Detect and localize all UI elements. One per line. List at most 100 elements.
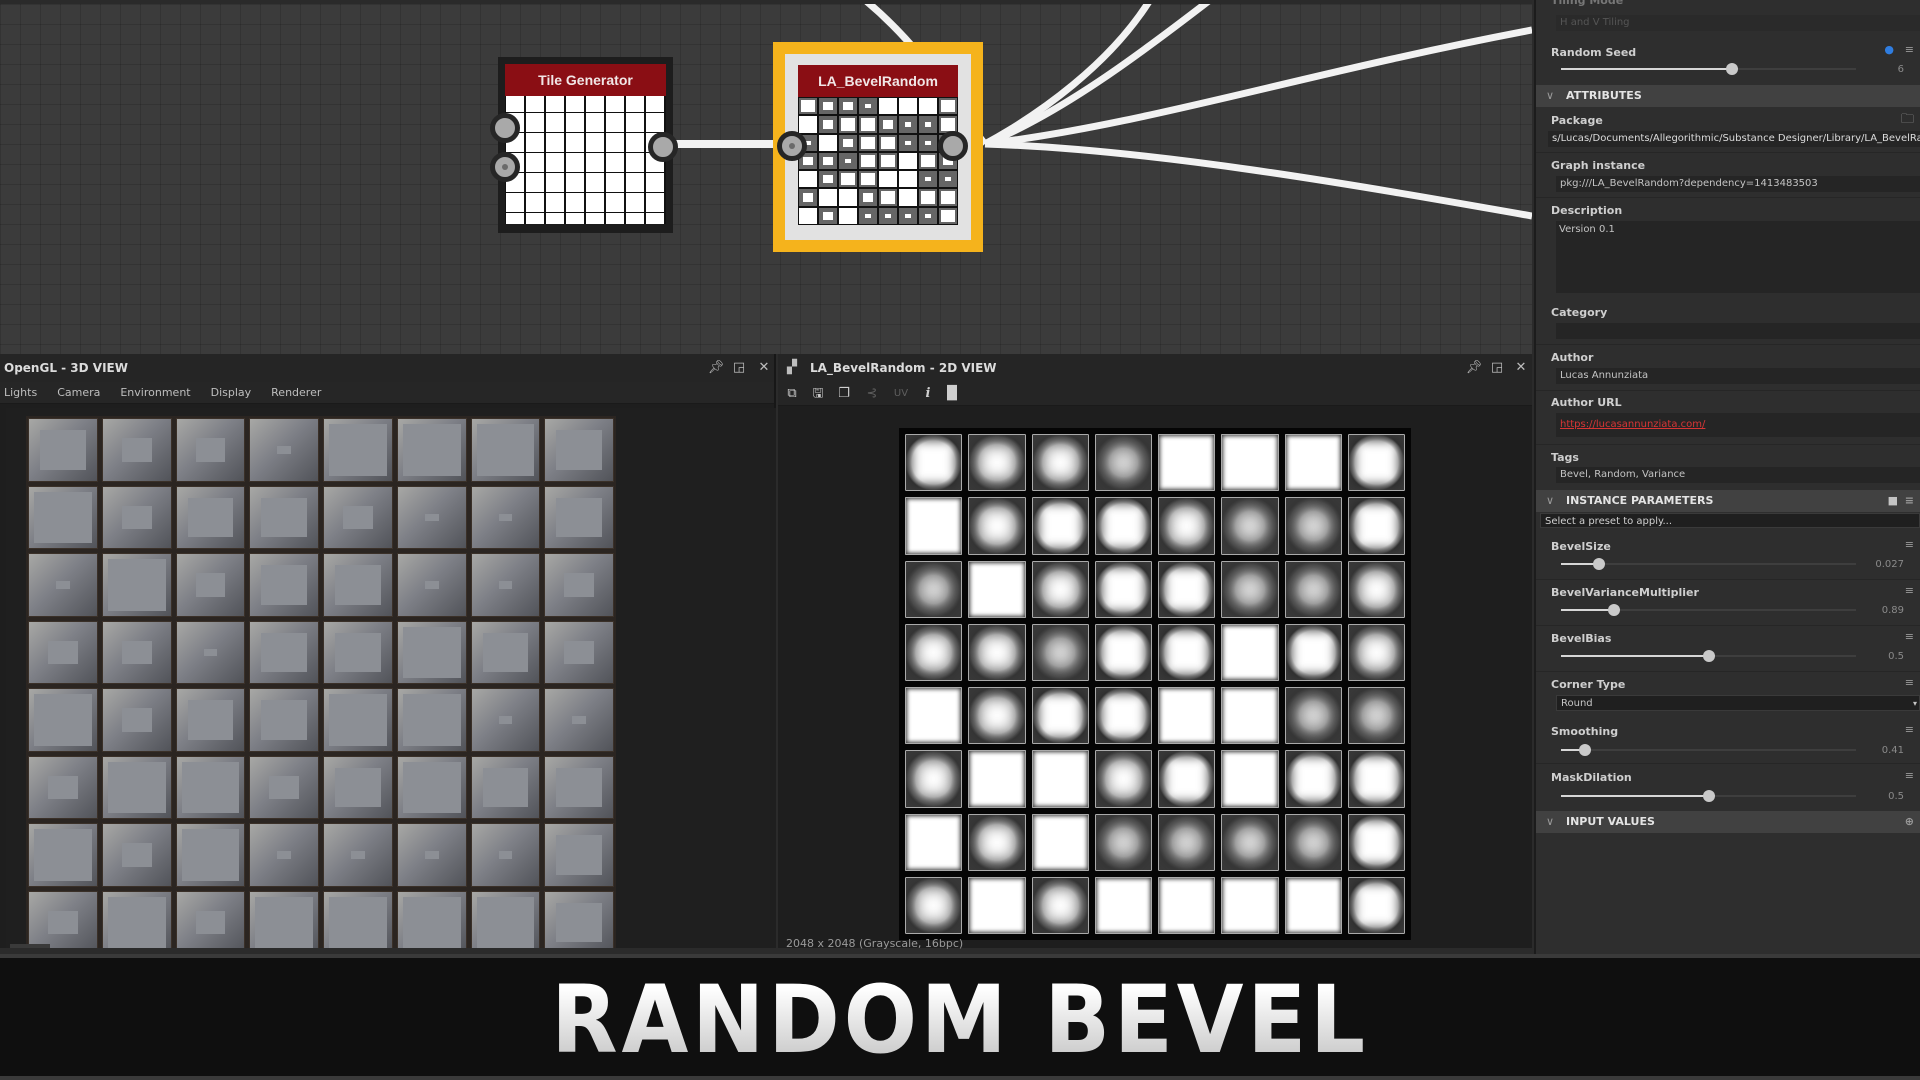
author-url-field[interactable]: https://lucasannunziata.com/	[1556, 413, 1920, 437]
thumb-tile	[899, 171, 917, 188]
category-field[interactable]	[1556, 323, 1920, 339]
pages-icon[interactable]: ❐	[834, 384, 854, 404]
input-port[interactable]	[490, 113, 520, 143]
3d-viewport[interactable]	[6, 408, 776, 948]
param-menu-icon[interactable]: ≡	[1905, 584, 1914, 597]
3d-tile	[28, 890, 98, 948]
3d-tile	[396, 418, 467, 482]
3d-tile	[323, 890, 393, 948]
node-thumbnail	[505, 96, 666, 224]
menu-icon[interactable]: ≡	[1905, 490, 1914, 512]
thumb-tile	[939, 98, 957, 115]
bevelsize-slider[interactable]	[1561, 558, 1856, 570]
param-menu-icon[interactable]: ≡	[1905, 43, 1914, 56]
3d-tile	[323, 755, 393, 819]
author-field[interactable]: Lucas Annunziata	[1556, 368, 1920, 384]
histogram-icon[interactable]: ▐▌	[942, 384, 962, 404]
uv-dropdown[interactable]: UV	[886, 384, 916, 404]
output-port[interactable]	[938, 131, 968, 161]
bevel-tile	[1347, 876, 1405, 934]
float-icon[interactable]: ◲	[1487, 354, 1507, 382]
bevel-tile	[905, 876, 963, 934]
info-icon[interactable]: i	[918, 384, 938, 404]
random-seed-slider[interactable]	[1561, 63, 1856, 75]
bevel-tile	[968, 813, 1026, 871]
tags-field[interactable]: Bevel, Random, Variance	[1556, 467, 1920, 483]
3d-tile	[249, 823, 319, 887]
add-icon[interactable]: ⊕	[1905, 811, 1914, 833]
thumb-tile	[839, 189, 857, 206]
param-menu-icon[interactable]: ≡	[1905, 538, 1914, 551]
close-icon[interactable]: ✕	[1511, 354, 1531, 382]
3d-tile	[470, 485, 541, 549]
bevel-tile	[1094, 750, 1152, 808]
3d-tile	[28, 823, 98, 887]
bevel-tile	[1031, 434, 1089, 492]
close-icon[interactable]: ✕	[754, 354, 774, 382]
node-graph-canvas[interactable]: Tile Generator LA_BevelRandom	[0, 0, 1532, 354]
pin-icon[interactable]: 📌︎	[706, 354, 726, 382]
maskdilation-slider[interactable]	[1561, 790, 1856, 802]
input-port[interactable]	[777, 131, 807, 161]
thumb-tile	[919, 98, 937, 115]
bevel-tile	[968, 687, 1026, 745]
3d-tile	[249, 553, 319, 617]
bevelvariancemultiplier-slider[interactable]	[1561, 604, 1856, 616]
node-la-bevelrandom[interactable]: LA_BevelRandom	[773, 42, 983, 252]
graph-wires	[665, 4, 1532, 220]
scrollbar[interactable]	[10, 944, 50, 948]
3d-tile	[101, 553, 172, 617]
float-icon[interactable]: ◲	[729, 354, 749, 382]
3d-tile	[175, 755, 246, 819]
save-icon[interactable]: 🖫︎	[808, 384, 828, 404]
param-menu-icon[interactable]: ≡	[1905, 676, 1914, 689]
input-port[interactable]	[490, 152, 520, 182]
input-values-section-header[interactable]: ∨ INPUT VALUES ⊕	[1536, 811, 1920, 833]
package-field[interactable]: s/Lucas/Documents/Allegorithmic/Substanc…	[1548, 131, 1920, 147]
param-label: BevelSize	[1551, 540, 1611, 553]
2d-texture-preview[interactable]	[899, 428, 1411, 940]
menu-lights[interactable]: Lights	[0, 382, 47, 404]
node-tile-generator[interactable]: Tile Generator	[490, 57, 678, 237]
graph-instance-field[interactable]: pkg:///LA_BevelRandom?dependency=1413483…	[1556, 176, 1920, 192]
3d-tile	[249, 890, 319, 948]
random-seed-icon[interactable]: ●	[1884, 43, 1894, 56]
preset-select[interactable]: Select a preset to apply...	[1540, 513, 1920, 528]
section-title: INPUT VALUES	[1566, 815, 1655, 828]
bevel-tile	[1094, 687, 1152, 745]
output-port[interactable]	[648, 132, 678, 162]
bevel-tile	[1284, 434, 1342, 492]
3d-tile	[175, 620, 246, 684]
param-menu-icon[interactable]: ≡	[1905, 630, 1914, 643]
preset-icon[interactable]: ■	[1888, 490, 1898, 512]
thumb-tile	[879, 171, 897, 188]
pin-icon[interactable]: 📌︎	[1464, 354, 1484, 382]
instance-parameters-section-header[interactable]: ∨ INSTANCE PARAMETERS ■ ≡	[1536, 490, 1920, 512]
3d-tile	[175, 890, 246, 948]
bevel-tile	[1284, 813, 1342, 871]
author-url-link[interactable]: https://lucasannunziata.com/	[1560, 419, 1705, 430]
param-value: 0.5	[1888, 791, 1904, 802]
thumb-tile	[879, 116, 897, 133]
bevel-tile	[1158, 497, 1216, 555]
thumb-tile	[819, 189, 837, 206]
bevel-tile	[1158, 813, 1216, 871]
tree-icon[interactable]: ⊰	[862, 384, 882, 404]
smoothing-slider[interactable]	[1561, 744, 1856, 756]
thumb-tile	[859, 98, 877, 115]
bevel-tile	[1284, 560, 1342, 618]
bevel-tile	[1347, 497, 1405, 555]
menu-display[interactable]: Display	[201, 382, 262, 404]
corner-type-select[interactable]: Round ▾	[1556, 695, 1920, 711]
param-menu-icon[interactable]: ≡	[1905, 723, 1914, 736]
tiling-mode-select[interactable]: H and V Tiling	[1556, 15, 1920, 31]
folder-icon[interactable]: 🗀︎	[1901, 110, 1914, 132]
description-textarea[interactable]: Version 0.1	[1556, 221, 1920, 293]
attributes-section-header[interactable]: ∨ ATTRIBUTES	[1536, 85, 1920, 107]
menu-renderer[interactable]: Renderer	[261, 382, 331, 404]
copy-icon[interactable]: ⧉	[782, 384, 802, 404]
menu-camera[interactable]: Camera	[47, 382, 110, 404]
param-menu-icon[interactable]: ≡	[1905, 769, 1914, 782]
menu-environment[interactable]: Environment	[110, 382, 200, 404]
bevelbias-slider[interactable]	[1561, 650, 1856, 662]
